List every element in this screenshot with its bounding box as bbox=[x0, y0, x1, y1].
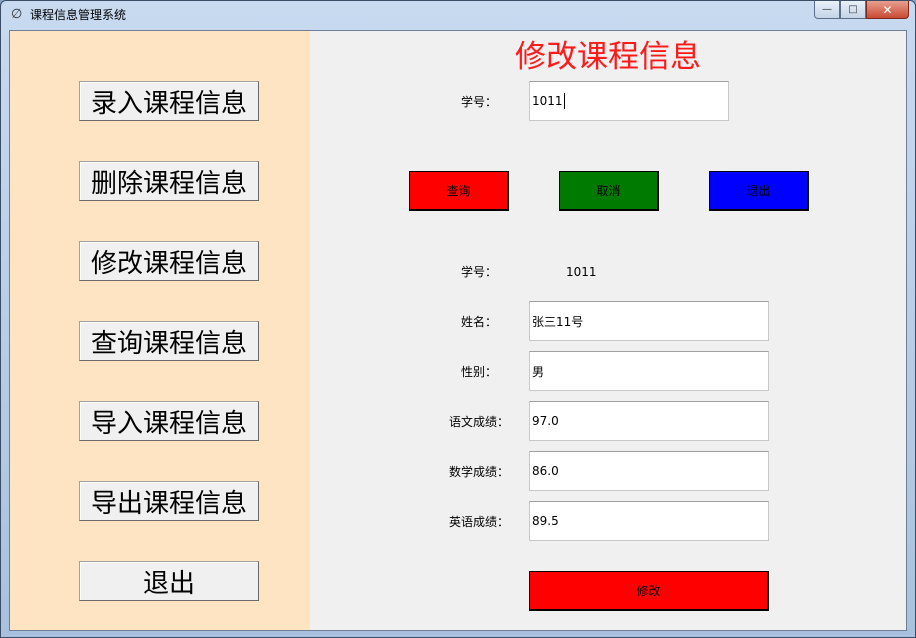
client-area: 录入课程信息 删除课程信息 修改课程信息 查询课程信息 导入课程信息 导出课程信… bbox=[9, 30, 907, 631]
math-score-value: 86.0 bbox=[532, 464, 559, 478]
maximize-icon: □ bbox=[848, 4, 858, 15]
exit-button[interactable]: 退出 bbox=[709, 171, 809, 211]
feather-icon: ∅ bbox=[11, 7, 23, 22]
window-title: 课程信息管理系统 bbox=[30, 8, 127, 22]
name-input[interactable]: 张三11号 bbox=[529, 301, 769, 341]
gender-label: 性别： bbox=[461, 365, 498, 379]
record-id-value: 1011 bbox=[566, 265, 597, 279]
app-window: ∅ 课程信息管理系统 — □ ✕ 录入课程信息 删除课程信息 修改课程信息 查询… bbox=[0, 0, 916, 638]
sidebar: 录入课程信息 删除课程信息 修改课程信息 查询课程信息 导入课程信息 导出课程信… bbox=[10, 31, 310, 630]
name-label: 姓名： bbox=[461, 315, 498, 329]
modify-course-button[interactable]: 修改课程信息 bbox=[79, 241, 259, 281]
main-panel: 修改课程信息 学号： 1011 查询 取消 退出 学号： 1011 姓名： 张三… bbox=[310, 31, 906, 630]
close-icon: ✕ bbox=[882, 2, 893, 17]
caption-buttons: — □ ✕ bbox=[814, 1, 909, 21]
title-bar[interactable]: ∅ 课程信息管理系统 — □ ✕ bbox=[1, 1, 915, 29]
submit-modify-button[interactable]: 修改 bbox=[529, 571, 769, 611]
math-score-input[interactable]: 86.0 bbox=[529, 451, 769, 491]
math-score-label: 数学成绩： bbox=[449, 465, 510, 479]
record-id-label: 学号： bbox=[461, 265, 498, 279]
delete-course-button[interactable]: 删除课程信息 bbox=[79, 161, 259, 201]
english-score-value: 89.5 bbox=[532, 514, 559, 528]
english-score-input[interactable]: 89.5 bbox=[529, 501, 769, 541]
import-course-button[interactable]: 导入课程信息 bbox=[79, 401, 259, 441]
english-score-label: 英语成绩： bbox=[449, 515, 510, 529]
query-button[interactable]: 查询 bbox=[409, 171, 509, 211]
minimize-button[interactable]: — bbox=[814, 1, 840, 19]
export-course-button[interactable]: 导出课程信息 bbox=[79, 481, 259, 521]
sidebar-exit-button[interactable]: 退出 bbox=[79, 561, 259, 601]
text-caret bbox=[563, 93, 565, 109]
search-id-input[interactable]: 1011 bbox=[529, 81, 729, 121]
search-id-value: 1011 bbox=[532, 94, 563, 108]
chinese-score-value: 97.0 bbox=[532, 414, 559, 428]
search-id-label: 学号： bbox=[461, 95, 498, 109]
maximize-button[interactable]: □ bbox=[840, 1, 866, 19]
cancel-button[interactable]: 取消 bbox=[559, 171, 659, 211]
chinese-score-label: 语文成绩： bbox=[449, 415, 510, 429]
minimize-icon: — bbox=[822, 4, 832, 15]
page-title: 修改课程信息 bbox=[515, 39, 701, 75]
gender-input[interactable]: 男 bbox=[529, 351, 769, 391]
name-value: 张三11号 bbox=[532, 314, 584, 329]
chinese-score-input[interactable]: 97.0 bbox=[529, 401, 769, 441]
close-button[interactable]: ✕ bbox=[866, 1, 909, 19]
gender-value: 男 bbox=[532, 364, 545, 379]
query-course-button[interactable]: 查询课程信息 bbox=[79, 321, 259, 361]
add-course-button[interactable]: 录入课程信息 bbox=[79, 81, 259, 121]
